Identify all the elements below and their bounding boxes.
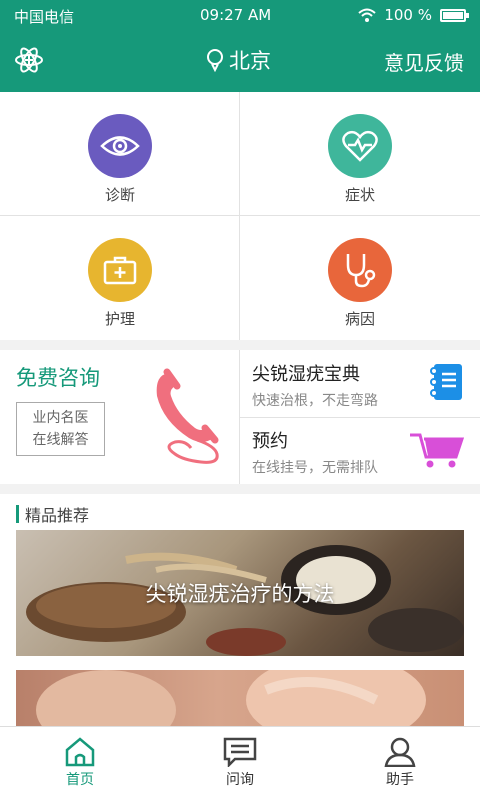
promo-panel: 免费咨询 业内名医 在线解答 尖锐湿疣宝典 快速治根，不走弯路 预约 在线挂号，… [0,350,480,484]
location-label: 北京 [229,49,271,73]
bottom-tab-bar: 首页 问询 助手 [0,726,480,800]
consult-tag: 业内名医 在线解答 [16,402,105,456]
symptoms-circle [328,114,392,178]
free-consult-card[interactable]: 免费咨询 业内名医 在线解答 [0,350,239,484]
category-label: 症状 [344,186,375,204]
category-grid: 诊断 症状 护理 病因 [0,92,480,340]
banner-illustration [36,670,426,730]
category-nursing[interactable]: 护理 [0,216,240,340]
category-diagnosis[interactable]: 诊断 [0,92,240,216]
section-accent-bar [16,505,19,523]
battery-icon [440,8,469,22]
user-icon [384,737,416,767]
appointment-card[interactable]: 预约 在线挂号，无需排队 [250,417,480,484]
grid-divider-horizontal [0,215,480,216]
cart-icon [410,433,464,468]
clock: 09:27 AM [200,6,272,24]
treatise-subtitle: 快速治根，不走弯路 [252,393,378,409]
treatise-title: 尖锐湿疣宝典 [252,364,360,385]
status-right: 100 % [358,6,469,24]
treatise-card[interactable]: 尖锐湿疣宝典 快速治根，不走弯路 [250,350,480,417]
section-title: 精品推荐 [25,506,90,525]
status-bar: 中国电信 09:27 AM 100 % [0,0,480,30]
featured-banner[interactable]: 尖锐湿疣治疗的方法 [16,530,464,656]
eye-icon [100,136,140,156]
telephone-icon [156,368,219,464]
tab-label: 首页 [66,772,94,788]
category-causes[interactable]: 病因 [240,216,480,340]
home-icon [65,737,95,767]
diagnosis-circle [88,114,152,178]
consult-tag-line2: 在线解答 [32,432,89,448]
feedback-button[interactable]: 意见反馈 [384,47,464,76]
nursing-circle [88,238,152,302]
category-symptoms[interactable]: 症状 [240,92,480,216]
chat-icon [223,737,257,767]
tab-assistant[interactable]: 助手 [360,737,440,789]
location-selector[interactable]: 北京 [205,45,271,75]
tab-label: 助手 [386,772,414,788]
featured-banner-second[interactable] [16,670,464,730]
wifi-icon [358,8,377,22]
tab-label: 问询 [226,772,254,788]
grid-divider-vertical [239,92,240,340]
category-label: 病因 [344,310,375,328]
category-label: 护理 [104,310,135,328]
free-consult-title: 免费咨询 [16,366,100,390]
carrier-label: 中国电信 [14,8,75,26]
consult-tag-line1: 业内名医 [32,410,89,426]
app-header: 北京 意见反馈 [0,30,480,92]
first-aid-kit-icon [103,256,137,285]
causes-circle [328,238,392,302]
category-label: 诊断 [104,186,135,204]
appointment-title: 预约 [252,431,288,452]
section-header: 精品推荐 [16,502,89,526]
notebook-icon [430,364,462,400]
tab-home[interactable]: 首页 [40,737,120,789]
battery-percent: 100 % [384,6,432,24]
appointment-subtitle: 在线挂号，无需排队 [252,460,378,476]
heart-pulse-icon [342,130,378,162]
battery-level [443,11,463,19]
tab-inquiry[interactable]: 问询 [200,737,280,789]
atom-logo-icon[interactable] [14,45,44,75]
banner-caption: 尖锐湿疣治疗的方法 [145,582,335,606]
stethoscope-icon [346,254,376,288]
location-pin-icon [207,49,223,72]
